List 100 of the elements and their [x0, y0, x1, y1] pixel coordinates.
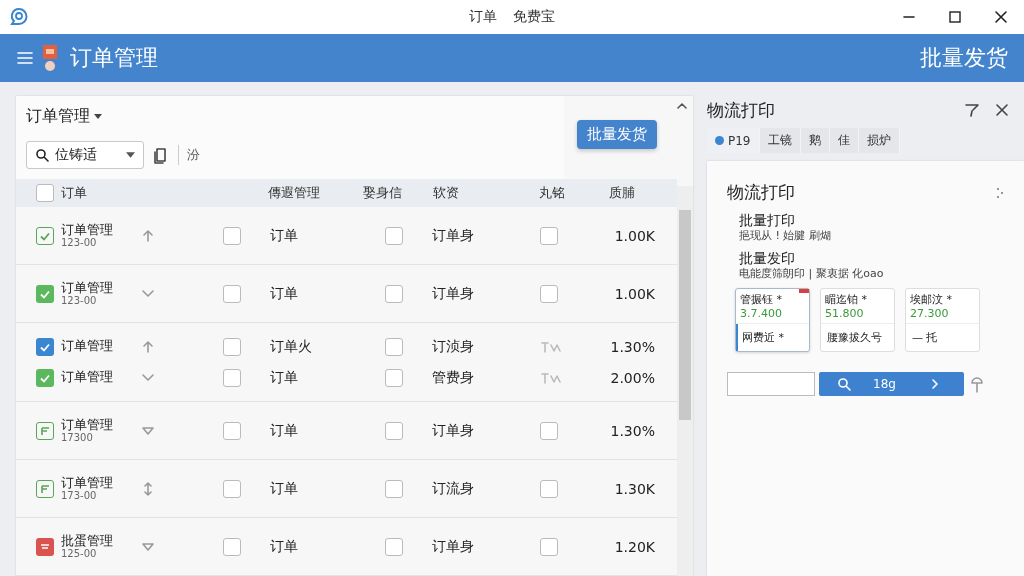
- column-header[interactable]: 订单: [61, 184, 268, 202]
- table-cell-text: 订流身: [432, 479, 475, 498]
- panel-tab[interactable]: 佳: [829, 128, 859, 153]
- stat-card[interactable]: 埃邮汶 * 27.300 — 托: [905, 287, 980, 352]
- table-cell-text: 订单身: [432, 284, 475, 303]
- item-description: 挹现从 ! 始腱 刷煳: [739, 228, 832, 242]
- stat-footer: 网费近 *: [742, 330, 784, 344]
- close-icon[interactable]: [994, 102, 1010, 118]
- order-number: 125-00: [61, 548, 98, 560]
- row-checkbox[interactable]: [540, 479, 558, 498]
- row-checkbox[interactable]: [540, 537, 558, 556]
- status-icon: [36, 421, 54, 440]
- table-cell-text: 1.30K: [613, 480, 655, 497]
- stat-label: 睸迄铂 *: [825, 291, 868, 307]
- item-title: 批量打印: [739, 212, 796, 229]
- table-cell-text: 订单: [270, 284, 299, 303]
- order-number: 123-00: [61, 295, 98, 307]
- row-checkbox[interactable]: [540, 421, 558, 440]
- up-down-arrow-icon[interactable]: [141, 481, 155, 496]
- item-title: 批量发印: [739, 250, 796, 267]
- row-checkbox[interactable]: [223, 537, 241, 556]
- row-checkbox[interactable]: [385, 479, 403, 498]
- table-cell-text: 订单: [270, 537, 299, 556]
- stat-value: 3.7.400: [740, 306, 783, 320]
- column-header[interactable]: 傳遐管理: [268, 184, 363, 202]
- toolbar-label: 汾: [187, 146, 200, 164]
- status-icon: [36, 284, 54, 303]
- collapse-icon[interactable]: [677, 102, 687, 110]
- item-description: 电能度筛朗印 | 聚衷据 化oao: [739, 266, 885, 280]
- stat-label: 埃邮汶 *: [910, 291, 953, 307]
- table-cell-text: 1.00K: [613, 227, 655, 244]
- search-button[interactable]: 18g: [819, 371, 964, 396]
- table-cell-text: 1.20K: [613, 538, 655, 555]
- table-cell-text: 订单身: [432, 226, 475, 245]
- faint-glyph-icon: [540, 370, 562, 385]
- row-checkbox[interactable]: [223, 368, 241, 387]
- filter-dropdown[interactable]: 位铸适: [26, 141, 144, 169]
- order-name: 订单管理: [61, 417, 114, 433]
- batch-ship-tooltip[interactable]: 批量发货: [577, 120, 657, 149]
- order-name: 订单管理: [61, 222, 114, 238]
- pin-icon[interactable]: [968, 374, 986, 393]
- menu-icon[interactable]: [16, 49, 34, 67]
- stat-card[interactable]: 睸迄铂 * 51.800 腰豫拔久号: [820, 287, 895, 352]
- table-cell-text: 管费身: [432, 368, 475, 387]
- select-all-checkbox[interactable]: [36, 184, 54, 202]
- stat-footer: 腰豫拔久号: [827, 330, 882, 344]
- view-dropdown[interactable]: 订单管理: [26, 106, 102, 127]
- row-checkbox[interactable]: [385, 337, 403, 356]
- row-checkbox[interactable]: [223, 421, 241, 440]
- stat-card[interactable]: 管搌钰 * 3.7.400 网费近 *: [735, 287, 810, 352]
- row-checkbox[interactable]: [223, 337, 241, 356]
- order-name: 订单管理: [61, 339, 114, 354]
- row-checkbox[interactable]: [385, 421, 403, 440]
- input-field[interactable]: [727, 371, 815, 396]
- maximize-icon: [948, 10, 962, 24]
- chevron-right-icon: [930, 378, 940, 389]
- order-name: 订单管理: [61, 280, 114, 296]
- panel-tab[interactable]: 损炉: [858, 128, 900, 153]
- row-checkbox[interactable]: [385, 226, 403, 245]
- stat-label: 管搌钰 *: [740, 291, 783, 307]
- caret-icon: [126, 152, 135, 158]
- close-icon: [994, 10, 1008, 24]
- row-checkbox[interactable]: [385, 368, 403, 387]
- up-arrow-icon[interactable]: [141, 339, 155, 354]
- search-icon: [35, 148, 49, 162]
- status-icon: [36, 479, 54, 498]
- row-checkbox[interactable]: [223, 226, 241, 245]
- order-number: 17300: [61, 432, 94, 444]
- table-cell-text: 订单身: [432, 421, 475, 440]
- status-icon: [36, 337, 54, 356]
- search-icon: [837, 376, 851, 391]
- table-cell-text: 订单火: [270, 337, 313, 356]
- batch-ship-button[interactable]: 批量发货: [920, 43, 1008, 73]
- row-checkbox[interactable]: [223, 284, 241, 303]
- row-checkbox[interactable]: [540, 284, 558, 303]
- column-header[interactable]: 娶身信: [363, 184, 433, 202]
- order-number: 173-00: [61, 490, 98, 502]
- column-header[interactable]: 质脯: [609, 184, 669, 202]
- up-arrow-icon[interactable]: [141, 228, 155, 243]
- row-checkbox[interactable]: [385, 284, 403, 303]
- table-cell-text: 订单: [270, 421, 299, 440]
- column-header[interactable]: 软资: [433, 184, 539, 202]
- row-checkbox[interactable]: [385, 537, 403, 556]
- window-title: 订单: [469, 8, 497, 26]
- app-logo-icon: [9, 7, 29, 27]
- stat-value: 27.300: [910, 306, 950, 320]
- status-icon: [36, 226, 54, 245]
- caret-icon: [94, 114, 102, 119]
- order-name: 订单管理: [61, 370, 114, 385]
- scrollbar[interactable]: [677, 186, 693, 576]
- row-checkbox[interactable]: [223, 479, 241, 498]
- panel-title: 物流打印: [707, 98, 775, 122]
- row-checkbox[interactable]: [540, 226, 558, 245]
- column-header[interactable]: 丸铭: [539, 184, 609, 202]
- table-cell-text: 1.30%: [609, 422, 655, 439]
- table-cell-text: 订单: [270, 226, 299, 245]
- panel-tab[interactable]: 工镜: [759, 128, 801, 153]
- more-icon[interactable]: [996, 185, 1004, 200]
- app-title: 订单管理: [70, 44, 158, 72]
- panel-tab[interactable]: 鹅: [800, 128, 830, 153]
